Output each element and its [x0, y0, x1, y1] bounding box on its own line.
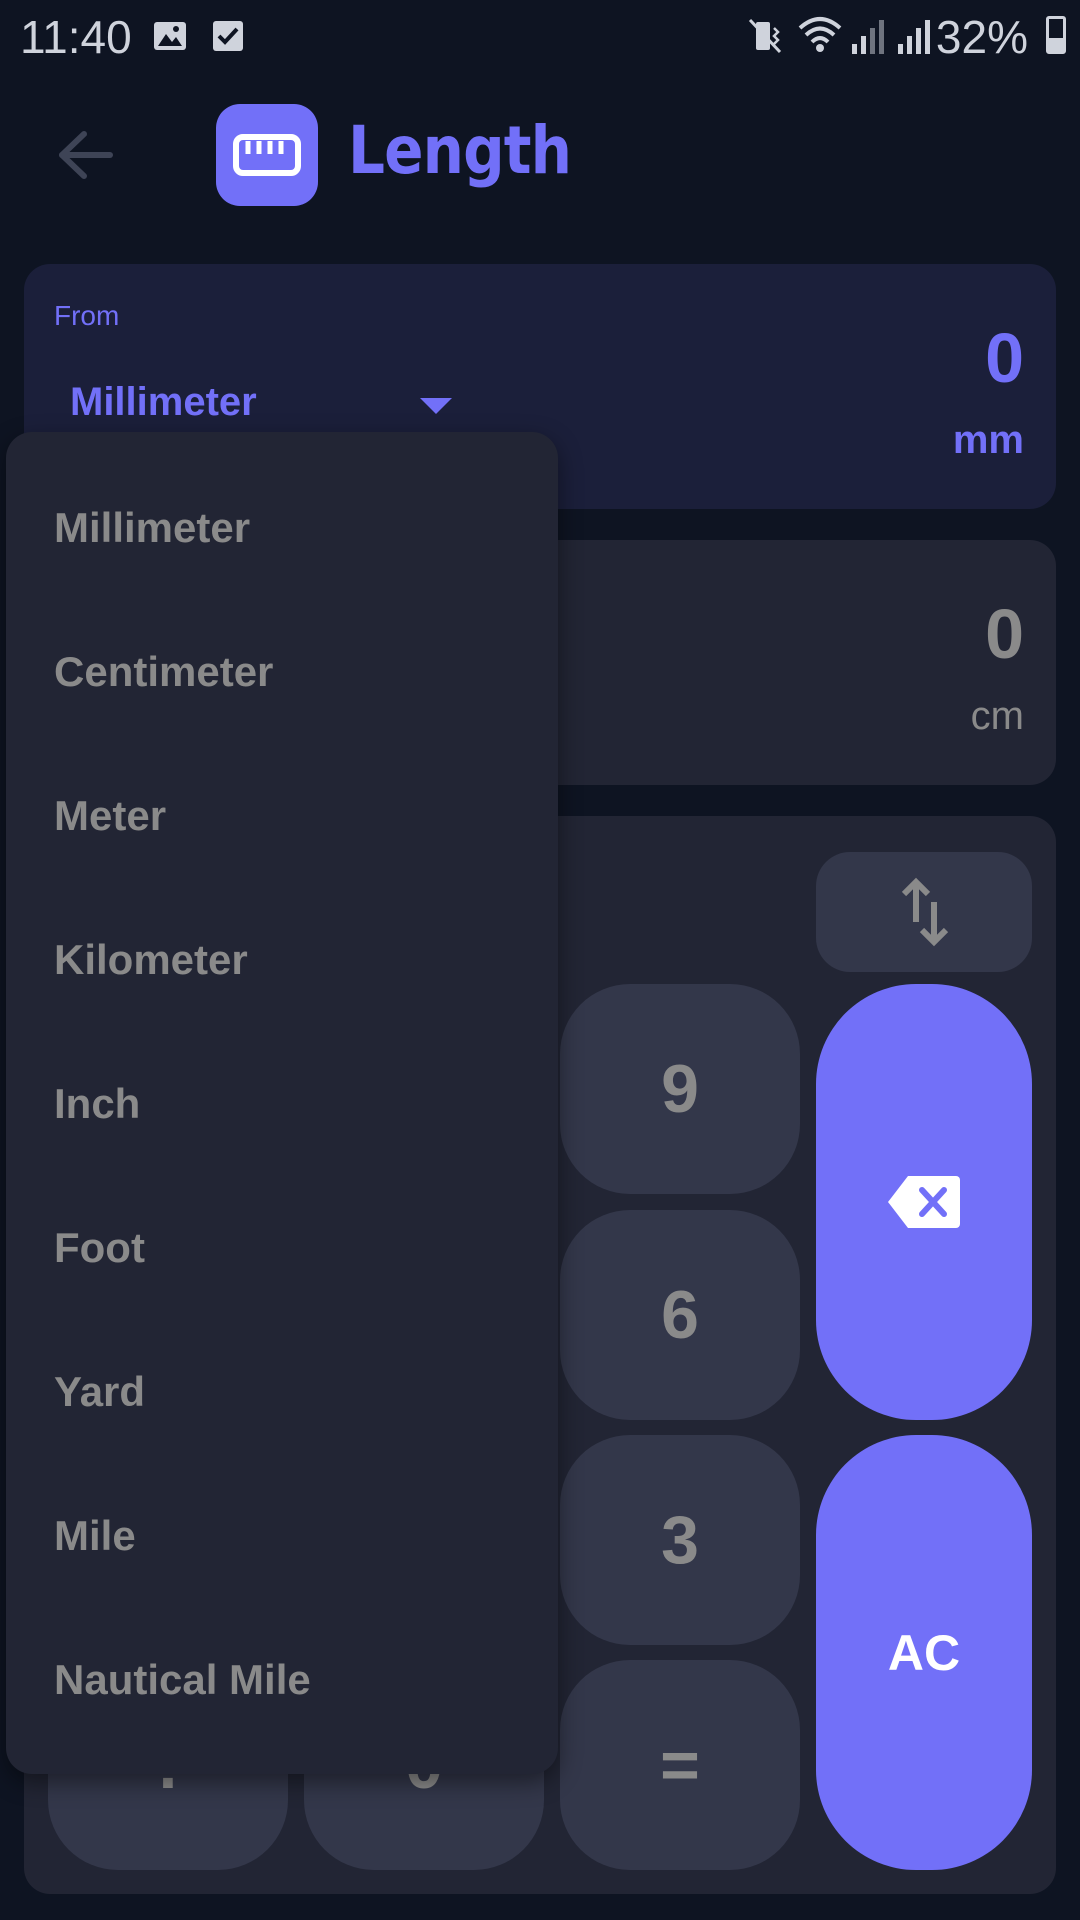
menu-item-kilometer[interactable]: Kilometer	[54, 936, 248, 984]
swap-button[interactable]	[816, 852, 1032, 972]
page-title: Length	[348, 112, 572, 189]
wifi-icon	[796, 14, 844, 61]
checkbox-icon	[210, 18, 246, 59]
menu-item-foot[interactable]: Foot	[54, 1224, 145, 1272]
unit-dropdown-menu: Millimeter Centimeter Meter Kilometer In…	[6, 432, 558, 1774]
signal-icon	[852, 20, 884, 54]
backspace-icon	[888, 1176, 960, 1228]
from-label: From	[54, 300, 120, 331]
menu-item-centimeter[interactable]: Centimeter	[54, 648, 273, 696]
menu-item-nautical-mile[interactable]: Nautical Mile	[54, 1656, 311, 1704]
backspace-button[interactable]	[816, 984, 1032, 1420]
image-icon	[152, 18, 188, 59]
back-button[interactable]	[56, 130, 116, 180]
from-value: 0	[985, 319, 1024, 397]
menu-item-mile[interactable]: Mile	[54, 1512, 136, 1560]
key-9[interactable]: 9	[560, 984, 800, 1194]
app-icon	[216, 104, 318, 206]
status-time: 11:40	[20, 11, 132, 63]
battery-icon	[1046, 16, 1066, 54]
menu-item-inch[interactable]: Inch	[54, 1080, 140, 1128]
key-3[interactable]: 3	[560, 1435, 800, 1645]
signal-icon	[898, 20, 930, 54]
swap-vertical-icon	[901, 877, 949, 947]
clear-button[interactable]: AC	[816, 1435, 1032, 1870]
to-value: 0	[985, 595, 1024, 673]
key-6[interactable]: 6	[560, 1210, 800, 1420]
key-equals[interactable]: =	[560, 1660, 800, 1870]
from-unit-select[interactable]: Millimeter	[70, 380, 257, 425]
from-unit-abbr: mm	[952, 418, 1024, 462]
caret-down-icon[interactable]	[420, 398, 452, 414]
menu-item-yard[interactable]: Yard	[54, 1368, 145, 1416]
vibrate-icon	[746, 16, 786, 61]
menu-item-millimeter[interactable]: Millimeter	[54, 504, 250, 552]
menu-item-meter[interactable]: Meter	[54, 792, 166, 840]
arrow-left-icon	[59, 131, 113, 179]
ruler-icon	[233, 134, 301, 176]
battery-percent: 32%	[935, 11, 1028, 63]
to-unit-abbr: cm	[970, 694, 1024, 738]
